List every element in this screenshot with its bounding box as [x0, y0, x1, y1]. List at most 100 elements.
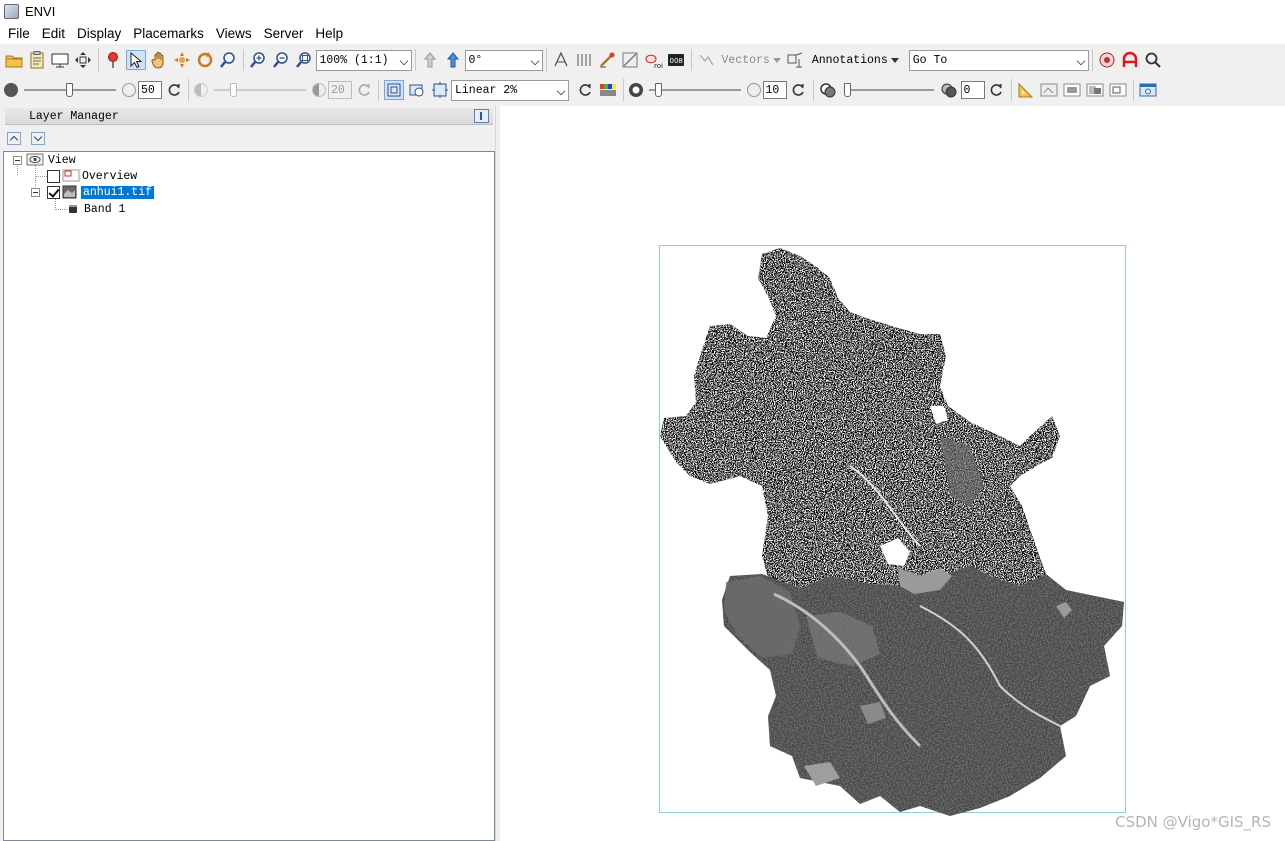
- reset-sharpen-icon[interactable]: [788, 80, 808, 100]
- menu-edit[interactable]: Edit: [36, 26, 71, 41]
- window-layout-icon[interactable]: [1138, 80, 1158, 100]
- annotations-label: Annotations: [811, 53, 888, 67]
- full-extent-stretch-icon[interactable]: [383, 80, 404, 100]
- portal-icon[interactable]: [1108, 80, 1128, 100]
- move-layer-down-button[interactable]: [31, 132, 45, 145]
- reset-stretch-icon[interactable]: [575, 80, 595, 100]
- reset-contrast-icon[interactable]: [354, 80, 374, 100]
- vector-counter-icon[interactable]: 008: [666, 50, 686, 70]
- image-view[interactable]: CSDN @Vigo*GIS_RS: [500, 106, 1285, 841]
- roi-tool-icon[interactable]: roi: [643, 50, 663, 70]
- color-table-icon[interactable]: [598, 80, 618, 100]
- goto-combo[interactable]: Go To: [908, 49, 1089, 71]
- zoom-full-extent-icon[interactable]: [294, 50, 314, 70]
- stretch-type-combo[interactable]: Linear 2%: [451, 79, 569, 101]
- menu-help[interactable]: Help: [309, 26, 349, 41]
- menu-server[interactable]: Server: [258, 26, 310, 41]
- contrast-slider[interactable]: [214, 80, 306, 100]
- layer-manager-header: Layer Manager: [5, 108, 493, 125]
- zoom-in-icon[interactable]: [248, 50, 268, 70]
- brightness-slider[interactable]: [24, 80, 116, 100]
- placemark-pin-icon[interactable]: [103, 50, 123, 70]
- toolbar-separator: [812, 79, 814, 101]
- tree-node-raster-layer[interactable]: anhui1.tif: [47, 184, 155, 200]
- goto-value: Go To: [912, 53, 948, 67]
- rotate-arrow-icon[interactable]: [443, 50, 463, 70]
- brightness-value-field[interactable]: 50: [138, 81, 162, 99]
- menu-placemarks[interactable]: Placemarks: [127, 26, 210, 41]
- view-stretch-icon[interactable]: [407, 80, 427, 100]
- svg-text:roi: roi: [654, 62, 663, 69]
- menu-display[interactable]: Display: [71, 26, 127, 41]
- dropdown-arrow-icon: [890, 57, 899, 63]
- brightness-dark-icon: [4, 83, 18, 97]
- swipe-icon[interactable]: [1085, 80, 1105, 100]
- fit-to-view-icon[interactable]: [73, 50, 93, 70]
- zoom-level-combo[interactable]: 100% (1:1): [315, 49, 412, 71]
- reset-brightness-icon[interactable]: [164, 80, 184, 100]
- contrast-value-field[interactable]: 20: [328, 81, 352, 99]
- menu-views[interactable]: Views: [210, 26, 258, 41]
- view-label: View: [48, 153, 76, 167]
- vectors-label: Vectors: [721, 53, 770, 67]
- crosshair-icon[interactable]: [551, 50, 571, 70]
- rotation-combo[interactable]: 0°: [464, 49, 543, 71]
- pan-hand-icon[interactable]: [149, 50, 169, 70]
- annotations-dropdown[interactable]: Annotations: [808, 54, 903, 67]
- layer-visibility-checkbox[interactable]: [47, 185, 60, 199]
- ruler-triangle-icon[interactable]: [1016, 80, 1036, 100]
- rotate-icon[interactable]: [195, 50, 215, 70]
- brightness-thumb[interactable]: [66, 83, 73, 97]
- tree-node-band[interactable]: Band 1: [67, 201, 125, 217]
- tree-node-overview[interactable]: Overview: [47, 168, 137, 184]
- flicker-icon[interactable]: [1062, 80, 1082, 100]
- title-bar: ENVI: [0, 0, 1285, 22]
- overview-icon: [62, 169, 80, 182]
- envi-logo-icon[interactable]: [1120, 50, 1140, 70]
- sharpen-value-field[interactable]: 10: [762, 81, 787, 99]
- open-folder-icon[interactable]: [4, 50, 24, 70]
- transparency-slider[interactable]: [843, 80, 934, 100]
- blend-icon[interactable]: [1039, 80, 1059, 100]
- data-manager-icon[interactable]: [27, 50, 47, 70]
- zoom-out-icon[interactable]: [271, 50, 291, 70]
- vectors-dropdown[interactable]: Vectors: [718, 54, 785, 67]
- tree-node-view[interactable]: View: [26, 152, 76, 168]
- transparency-thumb[interactable]: [843, 83, 851, 97]
- data-stretch-icon[interactable]: [430, 80, 450, 100]
- sharpen-thumb[interactable]: [654, 83, 662, 97]
- transparency-value-field[interactable]: 0: [960, 81, 985, 99]
- menu-file[interactable]: File: [2, 26, 36, 41]
- collapse-panel-icon[interactable]: [474, 109, 489, 123]
- contrast-low-icon: [194, 83, 208, 97]
- display-portal-icon[interactable]: [50, 50, 70, 70]
- collapse-view-toggle[interactable]: [13, 156, 22, 165]
- search-icon[interactable]: [1143, 50, 1163, 70]
- layer-manager-title: Layer Manager: [29, 109, 119, 123]
- cursor-value-icon[interactable]: [574, 50, 594, 70]
- vectors-icon[interactable]: [696, 50, 716, 70]
- fly-icon[interactable]: [172, 50, 192, 70]
- annotations-icon[interactable]: [786, 50, 806, 70]
- pixel-locator-icon[interactable]: [597, 50, 617, 70]
- layer-manager-panel: Layer Manager View Overview anhui1.tif B…: [3, 106, 495, 841]
- transparency-low-icon: [818, 80, 838, 100]
- dropdown-arrow-icon: [772, 57, 781, 63]
- collapse-layer-toggle[interactable]: [31, 188, 40, 197]
- overview-label: Overview: [82, 169, 138, 183]
- move-layer-up-button[interactable]: [7, 132, 21, 145]
- chip-from-display-icon[interactable]: [1097, 50, 1117, 70]
- zoom-icon[interactable]: [218, 50, 238, 70]
- rotation-value: 0°: [468, 53, 483, 67]
- measure-icon[interactable]: [620, 50, 640, 70]
- contrast-thumb[interactable]: [230, 83, 237, 97]
- toolbar-separator: [378, 79, 379, 101]
- reset-transparency-icon[interactable]: [986, 80, 1006, 100]
- overview-checkbox[interactable]: [47, 169, 60, 183]
- raster-image: [660, 248, 1124, 816]
- stretch-type-value: Linear 2%: [455, 83, 518, 97]
- select-arrow-icon[interactable]: [126, 50, 146, 70]
- province-north-region: [660, 248, 1060, 592]
- sharpen-slider[interactable]: [648, 80, 741, 100]
- rotate-north-up-icon[interactable]: [420, 50, 440, 70]
